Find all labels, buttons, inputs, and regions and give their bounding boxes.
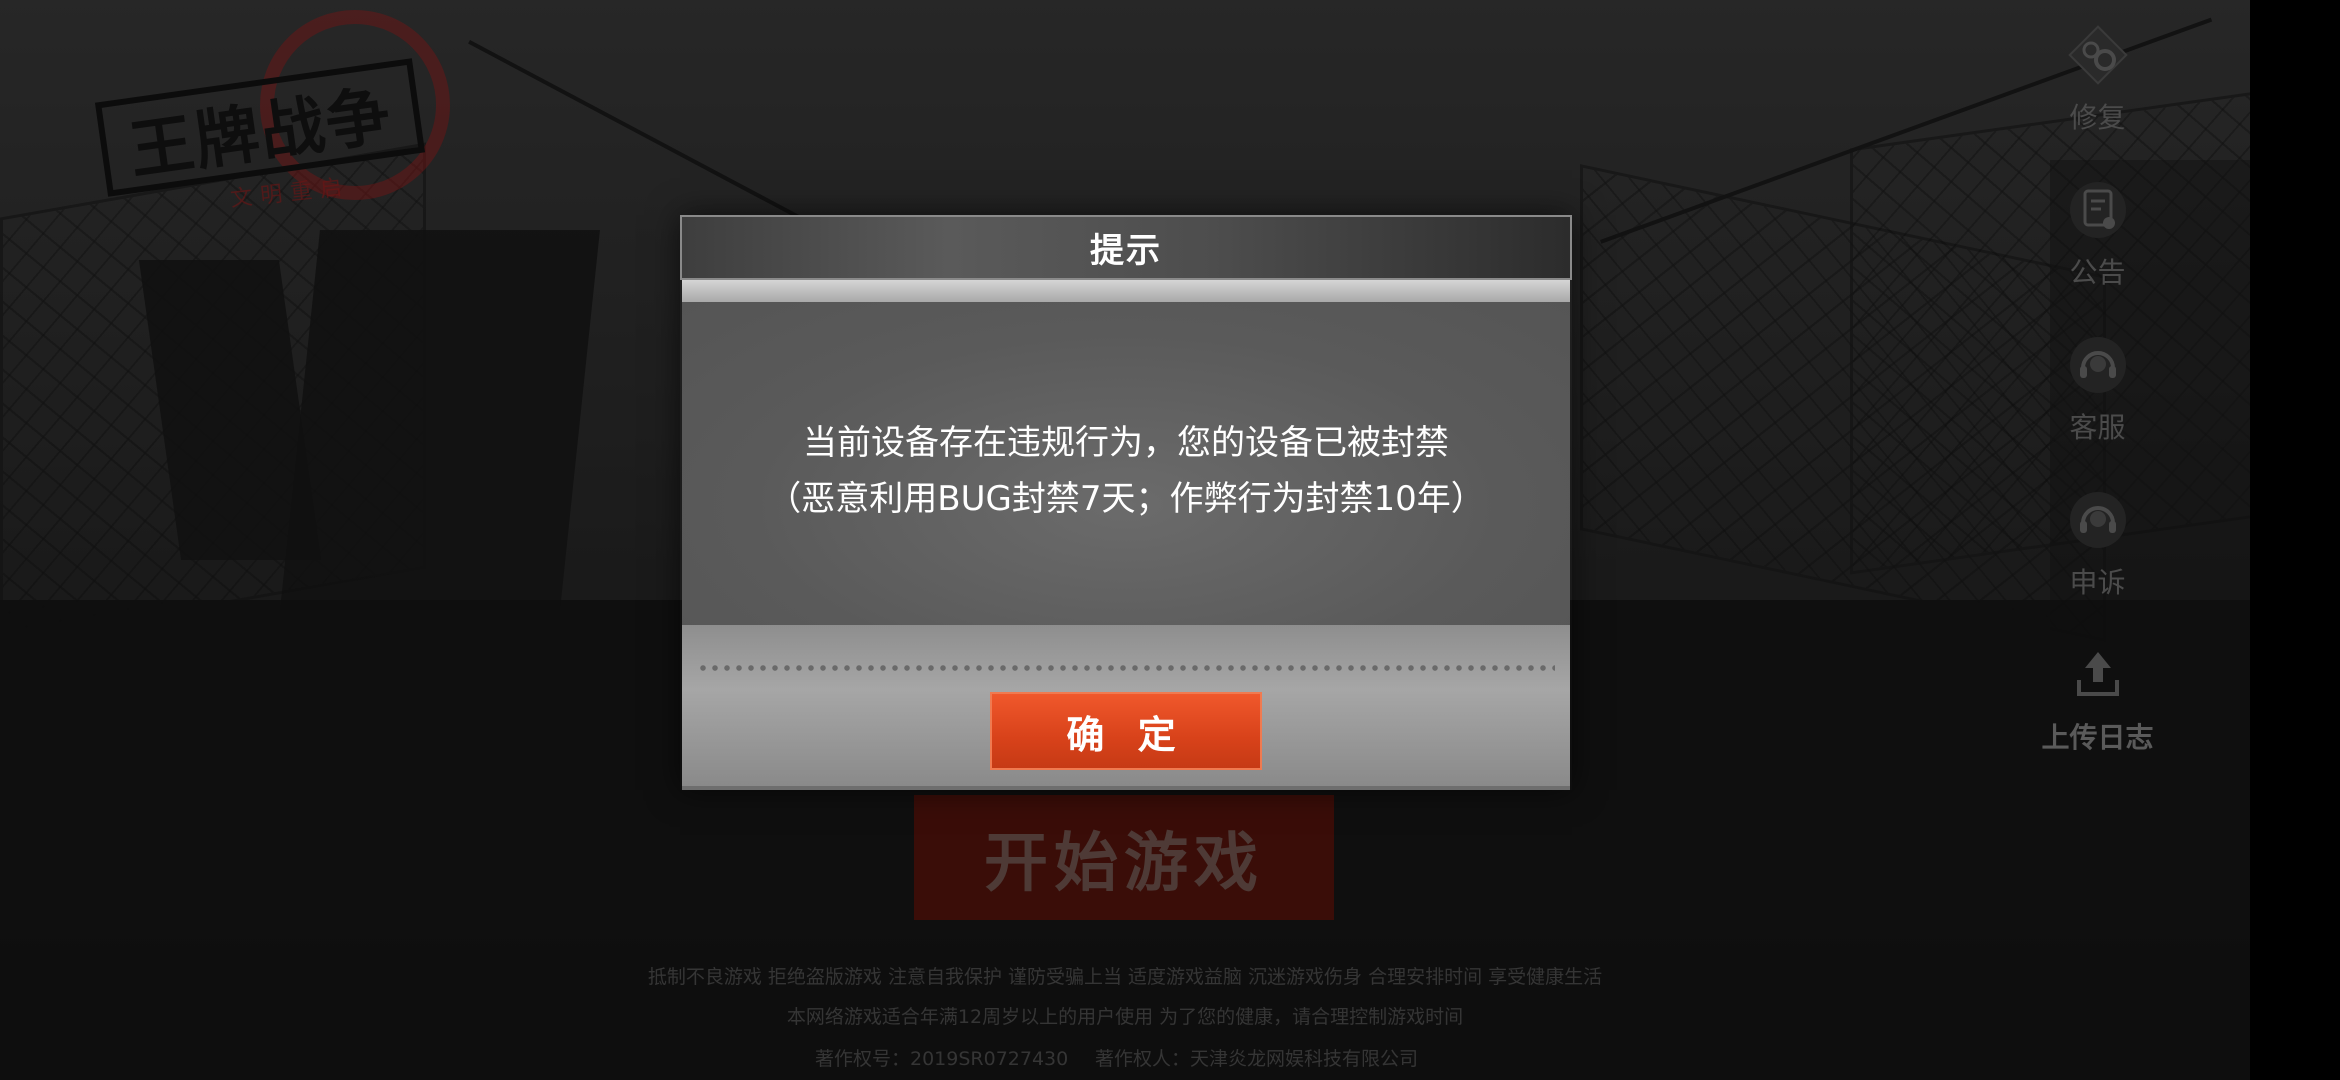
dialog-footer: 确 定 (682, 625, 1570, 790)
dialog-divider (682, 280, 1570, 302)
dialog-header: 提示 (680, 215, 1572, 280)
sidebar-item-announcement[interactable]: 公告 (2040, 175, 2155, 291)
dialog-message-line2: （恶意利用BUG封禁7天；作弊行为封禁10年） (767, 479, 1485, 519)
confirm-button-label: 确 定 (1066, 712, 1186, 757)
copyright-number: 著作权号：2019SR0727430 (815, 1048, 1069, 1070)
dotted-divider (697, 665, 1555, 671)
age-notice: 本网络游戏适合年满12周岁以上的用户使用 为了您的健康，请合理控制游戏时间 (786, 1006, 1464, 1028)
dialog-body: 当前设备存在违规行为，您的设备已被封禁 （恶意利用BUG封禁7天；作弊行为封禁1… (682, 302, 1570, 640)
headset-icon (2063, 330, 2133, 400)
headset-icon (2063, 485, 2133, 555)
sidebar-item-label: 修复 (2069, 101, 2126, 134)
start-game-button[interactable]: 开始游戏 (914, 795, 1334, 920)
sidebar-item-upload-log[interactable]: 上传日志 (2040, 640, 2155, 756)
sidebar-item-appeal[interactable]: 申诉 (2040, 485, 2155, 601)
confirm-button[interactable]: 确 定 (990, 692, 1262, 770)
sidebar-item-label: 申诉 (2069, 566, 2126, 599)
game-login-screen: 王牌战争 文明重启 修复 公告 客服 申诉 上传日志 开始游戏 抵制不良游戏 拒… (0, 0, 2340, 1080)
sidebar-item-repair[interactable]: 修复 (2040, 20, 2155, 136)
sidebar-item-label: 公告 (2069, 256, 2126, 289)
right-edge-strip (2250, 0, 2340, 1080)
sidebar-item-support[interactable]: 客服 (2040, 330, 2155, 446)
dialog-message-line1: 当前设备存在违规行为，您的设备已被封禁 (803, 423, 1449, 463)
game-logo: 王牌战争 文明重启 (90, 10, 450, 212)
sidebar-item-label: 客服 (2069, 411, 2126, 444)
gear-icon (2063, 20, 2133, 90)
sidebar-item-label: 上传日志 (2041, 721, 2154, 754)
health-notice: 抵制不良游戏 拒绝盗版游戏 注意自我保护 谨防受骗上当 适度游戏益脑 沉迷游戏伤… (647, 966, 1603, 988)
ban-notice-dialog: 提示 当前设备存在违规行为，您的设备已被封禁 （恶意利用BUG封禁7天；作弊行为… (680, 215, 1572, 790)
start-game-label: 开始游戏 (984, 826, 1264, 901)
dialog-title: 提示 (1090, 231, 1162, 271)
announcement-icon (2063, 175, 2133, 245)
copyright-owner: 著作权人：天津炎龙网娱科技有限公司 (1095, 1048, 1419, 1070)
upload-icon (2063, 640, 2133, 710)
